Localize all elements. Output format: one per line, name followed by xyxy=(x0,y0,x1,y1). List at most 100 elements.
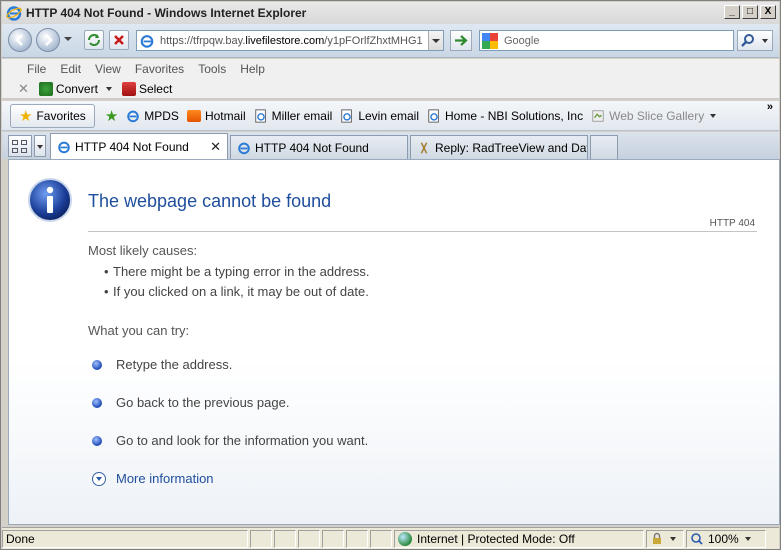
status-pane xyxy=(322,529,344,548)
tab-http-404[interactable]: HTTP 404 Not Found xyxy=(230,135,408,159)
quick-tabs-button[interactable] xyxy=(8,135,32,157)
window-controls: _ □ X xyxy=(724,5,776,19)
tab-label: Reply: RadTreeView and Dat... xyxy=(435,140,588,155)
menu-help[interactable]: Help xyxy=(233,62,272,76)
address-url: https://tfrpqw.bay.livefilestore.com/y1p… xyxy=(160,34,423,47)
toolbar-close-icon[interactable]: ✕ xyxy=(18,81,29,97)
convert-icon xyxy=(38,81,53,96)
address-dropdown[interactable] xyxy=(428,31,443,50)
menu-bar: File Edit View Favorites Tools Help xyxy=(2,59,779,79)
select-label: Select xyxy=(138,81,173,96)
try-item-label: Go to and look for the information you w… xyxy=(116,433,369,448)
search-input[interactable]: Google xyxy=(479,30,734,51)
try-item-label: Go back to the previous page. xyxy=(116,395,290,410)
loading-icon xyxy=(420,141,428,154)
grid-icon xyxy=(21,148,27,153)
convert-button[interactable]: Convert xyxy=(38,81,112,96)
star-icon: ★ xyxy=(19,107,33,125)
convert-dropdown-icon[interactable] xyxy=(105,86,112,91)
add-favorite-icon[interactable]: ★ xyxy=(105,107,118,125)
dropdown-icon xyxy=(670,536,676,541)
go-button[interactable] xyxy=(450,30,472,51)
try-item-retype: Retype the address. xyxy=(92,357,232,372)
expand-chevron-icon xyxy=(92,471,106,486)
navigation-bar: https://tfrpqw.bay.livefilestore.com/y1p… xyxy=(2,24,779,58)
cause-item: If you clicked on a link, it may be out … xyxy=(104,284,369,299)
lock-icon xyxy=(653,532,661,544)
search-icon xyxy=(741,34,768,47)
favorites-button[interactable]: ★ Favorites xyxy=(10,103,95,128)
try-heading: What you can try: xyxy=(88,323,190,338)
security-zone[interactable]: Internet | Protected Mode: Off xyxy=(394,529,644,548)
try-item-go-back[interactable]: Go back to the previous page. xyxy=(92,395,289,410)
tab-close-icon[interactable]: ✕ xyxy=(210,139,221,155)
go-arrow-icon xyxy=(455,35,468,46)
search-button[interactable] xyxy=(737,30,773,51)
menu-file[interactable]: File xyxy=(20,62,53,76)
refresh-button[interactable] xyxy=(84,30,104,50)
divider xyxy=(88,231,757,232)
browser-window: HTTP 404 Not Found - Windows Internet Ex… xyxy=(0,0,781,550)
convert-label: Convert xyxy=(55,81,98,96)
window-title: HTTP 404 Not Found - Windows Internet Ex… xyxy=(26,6,307,20)
favorite-link-nbi-solutions[interactable]: Home - NBI Solutions, Inc xyxy=(427,109,583,123)
new-tab-button[interactable] xyxy=(590,135,618,159)
page-ie-icon xyxy=(140,34,154,48)
grid-icon xyxy=(12,140,18,145)
favorites-label: Favorites xyxy=(36,108,86,123)
more-information-link[interactable]: More information xyxy=(92,471,214,486)
protected-mode-button[interactable] xyxy=(646,529,684,548)
try-item-go-to: Go to and look for the information you w… xyxy=(92,433,368,448)
close-button[interactable]: X xyxy=(760,5,776,19)
globe-icon xyxy=(398,531,412,546)
status-pane xyxy=(298,529,320,548)
tab-label: HTTP 404 Not Found xyxy=(255,140,369,155)
status-label: Done xyxy=(6,531,35,546)
ie-icon xyxy=(238,142,250,154)
http-status-code: HTTP 404 xyxy=(709,218,755,229)
menu-tools[interactable]: Tools xyxy=(191,62,233,76)
zoom-control[interactable]: 100% xyxy=(686,529,766,548)
google-logo-icon xyxy=(482,32,498,49)
favorite-link-web-slice-gallery[interactable]: Web Slice Gallery xyxy=(591,108,717,123)
favorite-link-hotmail[interactable]: Hotmail xyxy=(186,109,246,123)
status-pane xyxy=(274,529,296,548)
select-button[interactable]: Select xyxy=(121,81,173,96)
tab-http-404-active[interactable]: HTTP 404 Not Found ✕ xyxy=(50,133,228,160)
status-pane xyxy=(250,529,272,548)
minimize-button[interactable]: _ xyxy=(724,5,740,19)
tab-label: HTTP 404 Not Found xyxy=(75,140,189,154)
web-slice-dropdown-icon[interactable] xyxy=(710,113,717,118)
menu-edit[interactable]: Edit xyxy=(53,62,88,76)
favorite-link-mpds[interactable]: MPDS xyxy=(126,109,179,123)
back-arrow-icon xyxy=(15,34,23,46)
status-text: Done xyxy=(2,529,248,548)
refresh-icon xyxy=(88,34,100,46)
favorite-link-miller-email[interactable]: Miller email xyxy=(254,108,333,123)
menu-favorites[interactable]: Favorites xyxy=(128,62,191,76)
zoom-level: 100% xyxy=(708,531,739,546)
title-bar: HTTP 404 Not Found - Windows Internet Ex… xyxy=(2,2,779,24)
tab-reply-radtreeview[interactable]: Reply: RadTreeView and Dat... xyxy=(410,135,588,159)
favorite-link-label: Web Slice Gallery xyxy=(609,108,705,123)
favorites-overflow-icon[interactable]: » xyxy=(767,101,773,113)
search-placeholder: Google xyxy=(504,34,540,47)
bullet-icon xyxy=(92,397,102,408)
hotmail-icon xyxy=(186,109,201,122)
ie-icon xyxy=(58,141,70,154)
stop-button[interactable] xyxy=(109,30,129,50)
recent-pages-dropdown[interactable] xyxy=(64,37,72,41)
forward-button[interactable] xyxy=(36,28,60,52)
back-button[interactable] xyxy=(8,28,32,52)
maximize-button[interactable]: □ xyxy=(742,5,758,19)
favorite-link-levin-email[interactable]: Levin email xyxy=(340,109,419,123)
menu-view[interactable]: View xyxy=(88,62,128,76)
favorite-link-label: Miller email xyxy=(271,108,333,123)
zone-label: Internet | Protected Mode: Off xyxy=(417,531,575,546)
page-icon xyxy=(341,108,353,123)
tab-list-dropdown[interactable] xyxy=(34,135,46,157)
bullet-icon xyxy=(92,359,102,370)
command-bar: ✕ Convert Select xyxy=(2,79,779,99)
tab-bar: HTTP 404 Not Found ✕ HTTP 404 Not Found … xyxy=(2,132,779,160)
address-field[interactable]: https://tfrpqw.bay.livefilestore.com/y1p… xyxy=(136,30,444,51)
